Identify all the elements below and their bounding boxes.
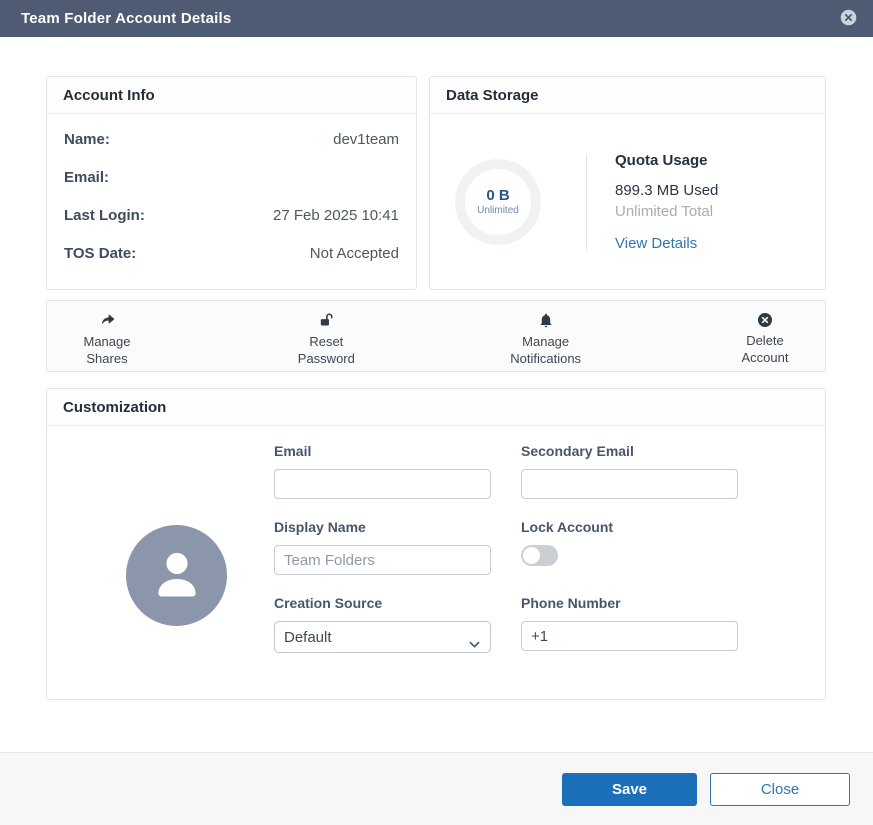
data-storage-card: Data Storage 0 B Unlimited Quota Usage 8… [429, 76, 826, 290]
quota-details: Quota Usage 899.3 MB Used Unlimited Tota… [615, 152, 718, 252]
account-info-body: Name: dev1team Email: Last Login: 27 Feb… [47, 114, 416, 262]
customization-card: Customization Email Secondary [46, 388, 826, 700]
bell-icon [538, 312, 554, 329]
data-storage-header: Data Storage [430, 77, 825, 114]
person-icon [146, 542, 208, 609]
phone-number-input[interactable] [521, 621, 738, 651]
last-login-value: 27 Feb 2025 10:41 [273, 207, 399, 224]
email-label: Email: [64, 169, 109, 186]
info-row-last-login: Last Login: 27 Feb 2025 10:41 [64, 207, 399, 224]
save-button[interactable]: Save [562, 773, 697, 806]
display-name-field-group: Display Name [274, 519, 491, 575]
reset-password-label: ResetPassword [298, 333, 355, 367]
creation-source-field-label: Creation Source [274, 595, 491, 611]
lock-account-field-group: Lock Account [521, 519, 738, 575]
manage-shares-label: ManageShares [84, 333, 131, 367]
creation-source-select[interactable]: Default [274, 621, 491, 653]
avatar [126, 525, 227, 626]
dialog-titlebar: Team Folder Account Details [0, 0, 873, 37]
quota-donut-chart: 0 B Unlimited [455, 159, 541, 245]
display-name-field-label: Display Name [274, 519, 491, 535]
secondary-email-field-group: Secondary Email [521, 443, 738, 499]
top-cards-row: Account Info Name: dev1team Email: Last … [46, 76, 826, 290]
data-storage-body: 0 B Unlimited Quota Usage 899.3 MB Used … [430, 114, 825, 289]
last-login-label: Last Login: [64, 207, 145, 224]
email-field-group: Email [274, 443, 491, 499]
close-button[interactable]: Close [710, 773, 850, 806]
view-details-link[interactable]: View Details [615, 235, 718, 252]
quota-usage-heading: Quota Usage [615, 152, 718, 169]
customization-body: Email Secondary Email Display Name Lock … [47, 426, 825, 653]
x-circle-icon [757, 312, 773, 328]
name-label: Name: [64, 131, 110, 148]
secondary-email-field-label: Secondary Email [521, 443, 738, 459]
account-info-header: Account Info [47, 77, 416, 114]
team-folder-account-details-dialog: Team Folder Account Details Account Info… [0, 0, 873, 825]
customization-form: Email Secondary Email Display Name Lock … [274, 443, 738, 653]
tos-date-label: TOS Date: [64, 245, 136, 262]
dialog-title: Team Folder Account Details [21, 10, 231, 27]
info-row-tos-date: TOS Date: Not Accepted [64, 245, 399, 262]
phone-number-field-group: Phone Number [521, 595, 738, 653]
close-icon [840, 9, 857, 29]
quota-total-text: Unlimited Total [615, 203, 718, 220]
account-info-card: Account Info Name: dev1team Email: Last … [46, 76, 417, 290]
quota-donut-value: 0 B [486, 187, 509, 204]
secondary-email-input[interactable] [521, 469, 738, 499]
toggle-knob [523, 547, 540, 564]
unlock-icon [318, 312, 335, 329]
dialog-footer: Save Close [0, 752, 873, 825]
email-field-label: Email [274, 443, 491, 459]
share-icon [99, 312, 116, 329]
dialog-close-button[interactable] [840, 10, 857, 27]
lock-account-field-label: Lock Account [521, 519, 738, 535]
phone-number-field-label: Phone Number [521, 595, 738, 611]
account-actions-bar: ManageShares ResetPassword ManageNotific… [46, 300, 826, 372]
avatar-column [47, 443, 274, 653]
dialog-content: Account Info Name: dev1team Email: Last … [0, 37, 873, 752]
quota-used-text: 899.3 MB Used [615, 182, 718, 199]
manage-notifications-button[interactable]: ManageNotifications [486, 312, 606, 360]
lock-account-toggle[interactable] [521, 545, 558, 566]
info-row-email: Email: [64, 169, 399, 186]
reset-password-button[interactable]: ResetPassword [266, 312, 386, 360]
tos-date-value: Not Accepted [310, 245, 399, 262]
manage-notifications-label: ManageNotifications [510, 333, 581, 367]
email-input[interactable] [274, 469, 491, 499]
manage-shares-button[interactable]: ManageShares [47, 312, 167, 360]
info-row-name: Name: dev1team [64, 131, 399, 148]
display-name-input[interactable] [274, 545, 491, 575]
storage-divider [586, 154, 587, 250]
quota-donut-label: Unlimited [477, 205, 519, 216]
creation-source-field-group: Creation Source Default [274, 595, 491, 653]
delete-account-button[interactable]: DeleteAccount [705, 312, 825, 360]
name-value: dev1team [333, 131, 399, 148]
delete-account-label: DeleteAccount [741, 332, 788, 366]
customization-header: Customization [47, 389, 825, 426]
